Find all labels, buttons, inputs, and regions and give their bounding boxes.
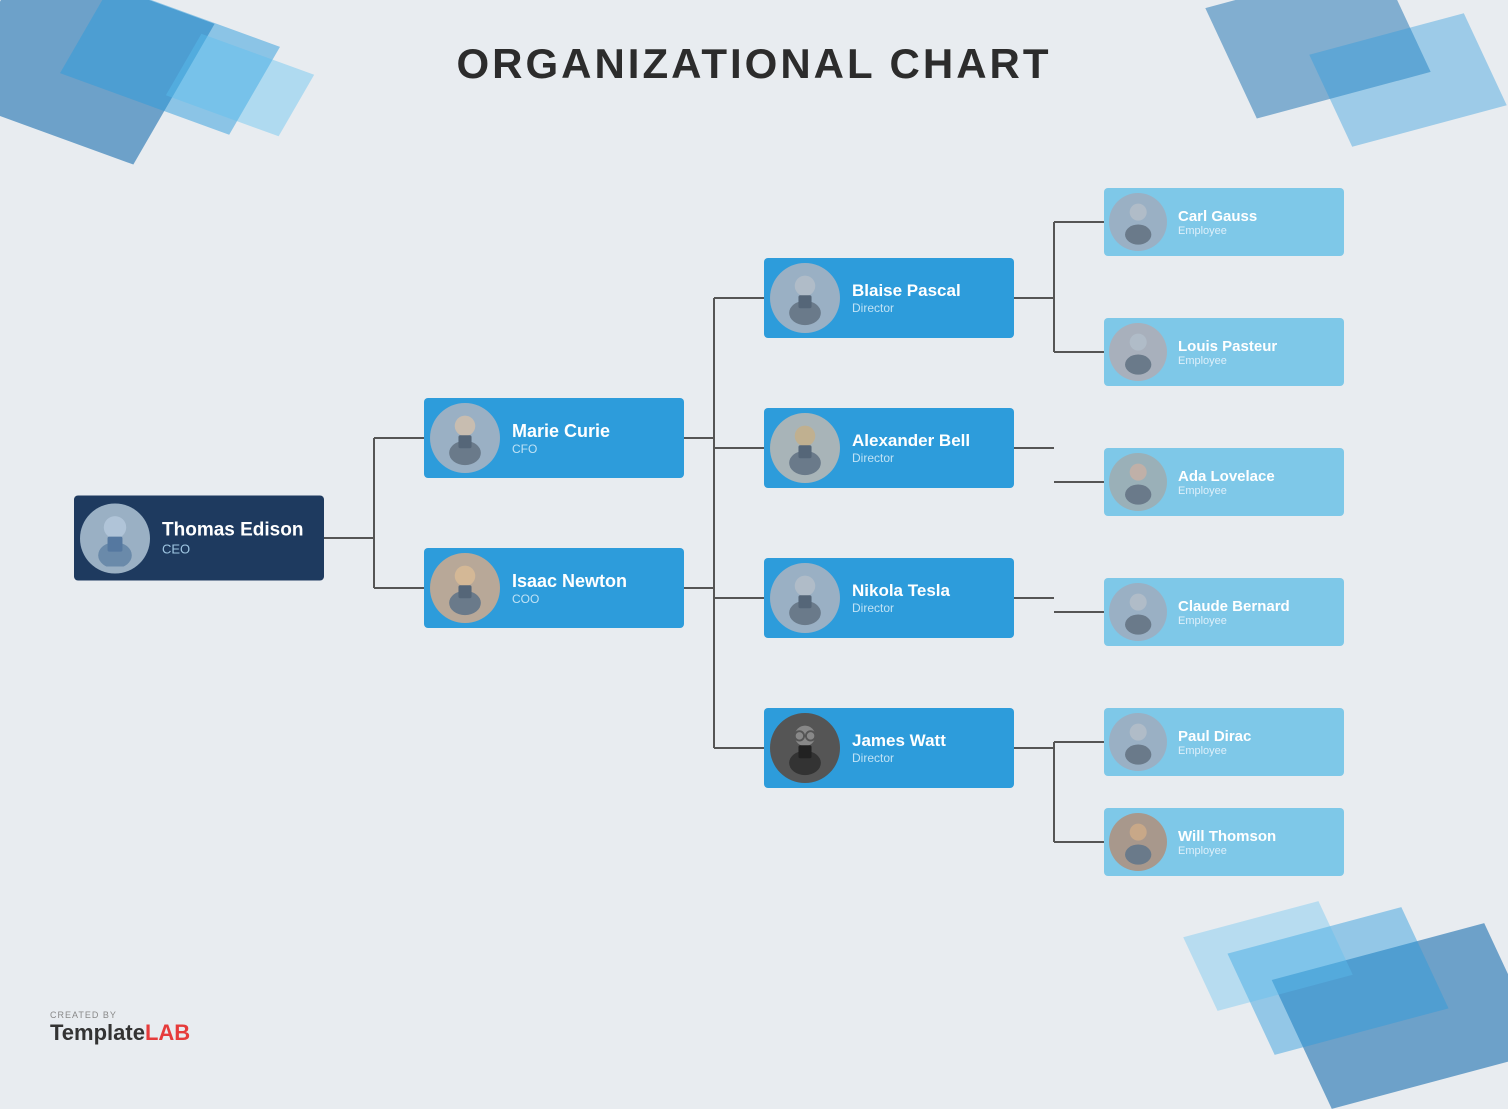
james-avatar <box>770 713 840 783</box>
blaise-avatar <box>770 263 840 333</box>
chart-container: Thomas Edison CEO Marie Curie CFO <box>40 110 1468 966</box>
paul-name: Paul Dirac <box>1178 728 1251 745</box>
louis-avatar <box>1109 323 1167 381</box>
isaac-text: Isaac Newton COO <box>506 571 637 606</box>
footer-brand: TemplateLAB <box>50 1020 190 1046</box>
ceo-avatar <box>80 503 150 573</box>
louis-text: Louis Pasteur Employee <box>1172 338 1287 367</box>
carl-avatar <box>1109 193 1167 251</box>
footer: CREATED BY TemplateLAB <box>50 1010 190 1046</box>
james-text: James Watt Director <box>846 731 956 765</box>
nikola-node: Nikola Tesla Director <box>764 558 1014 638</box>
blaise-name: Blaise Pascal <box>852 281 961 301</box>
paul-node: Paul Dirac Employee <box>1104 708 1344 776</box>
will-node: Will Thomson Employee <box>1104 808 1344 876</box>
ceo-role: CEO <box>162 542 303 557</box>
alex-text: Alexander Bell Director <box>846 431 980 465</box>
nikola-name: Nikola Tesla <box>852 581 950 601</box>
nikola-role: Director <box>852 601 950 615</box>
carl-role: Employee <box>1178 225 1257 237</box>
alex-name: Alexander Bell <box>852 431 970 451</box>
marie-name: Marie Curie <box>512 421 610 442</box>
ada-text: Ada Lovelace Employee <box>1172 468 1285 497</box>
carl-text: Carl Gauss Employee <box>1172 208 1267 237</box>
ceo-text: Thomas Edison CEO <box>156 520 313 557</box>
marie-role: CFO <box>512 442 610 456</box>
isaac-role: COO <box>512 592 627 606</box>
claude-node: Claude Bernard Employee <box>1104 578 1344 646</box>
claude-avatar <box>1109 583 1167 641</box>
isaac-node: Isaac Newton COO <box>424 548 684 628</box>
blaise-role: Director <box>852 301 961 315</box>
paul-avatar <box>1109 713 1167 771</box>
will-role: Employee <box>1178 845 1276 857</box>
ada-node: Ada Lovelace Employee <box>1104 448 1344 516</box>
alex-role: Director <box>852 451 970 465</box>
nikola-text: Nikola Tesla Director <box>846 581 960 615</box>
claude-role: Employee <box>1178 615 1290 627</box>
james-role: Director <box>852 751 946 765</box>
blaise-text: Blaise Pascal Director <box>846 281 971 315</box>
isaac-avatar <box>430 553 500 623</box>
carl-node: Carl Gauss Employee <box>1104 188 1344 256</box>
louis-role: Employee <box>1178 355 1277 367</box>
paul-text: Paul Dirac Employee <box>1172 728 1261 757</box>
james-node: James Watt Director <box>764 708 1014 788</box>
louis-node: Louis Pasteur Employee <box>1104 318 1344 386</box>
page-title: ORGANIZATIONAL CHART <box>0 40 1508 88</box>
marie-avatar <box>430 403 500 473</box>
louis-name: Louis Pasteur <box>1178 338 1277 355</box>
will-text: Will Thomson Employee <box>1172 828 1286 857</box>
will-name: Will Thomson <box>1178 828 1276 845</box>
nikola-avatar <box>770 563 840 633</box>
claude-text: Claude Bernard Employee <box>1172 598 1300 627</box>
claude-name: Claude Bernard <box>1178 598 1290 615</box>
will-avatar <box>1109 813 1167 871</box>
alex-avatar <box>770 413 840 483</box>
chart-wrapper: Thomas Edison CEO Marie Curie CFO <box>44 108 1464 968</box>
ceo-name: Thomas Edison <box>162 520 303 542</box>
ada-avatar <box>1109 453 1167 511</box>
marie-text: Marie Curie CFO <box>506 421 620 456</box>
ada-role: Employee <box>1178 485 1275 497</box>
carl-name: Carl Gauss <box>1178 208 1257 225</box>
footer-template-text: Template <box>50 1020 145 1045</box>
footer-lab-text: LAB <box>145 1020 190 1045</box>
ada-name: Ada Lovelace <box>1178 468 1275 485</box>
paul-role: Employee <box>1178 745 1251 757</box>
ceo-node: Thomas Edison CEO <box>74 496 324 581</box>
alex-node: Alexander Bell Director <box>764 408 1014 488</box>
blaise-node: Blaise Pascal Director <box>764 258 1014 338</box>
isaac-name: Isaac Newton <box>512 571 627 592</box>
footer-created-label: CREATED BY <box>50 1010 190 1020</box>
marie-node: Marie Curie CFO <box>424 398 684 478</box>
james-name: James Watt <box>852 731 946 751</box>
